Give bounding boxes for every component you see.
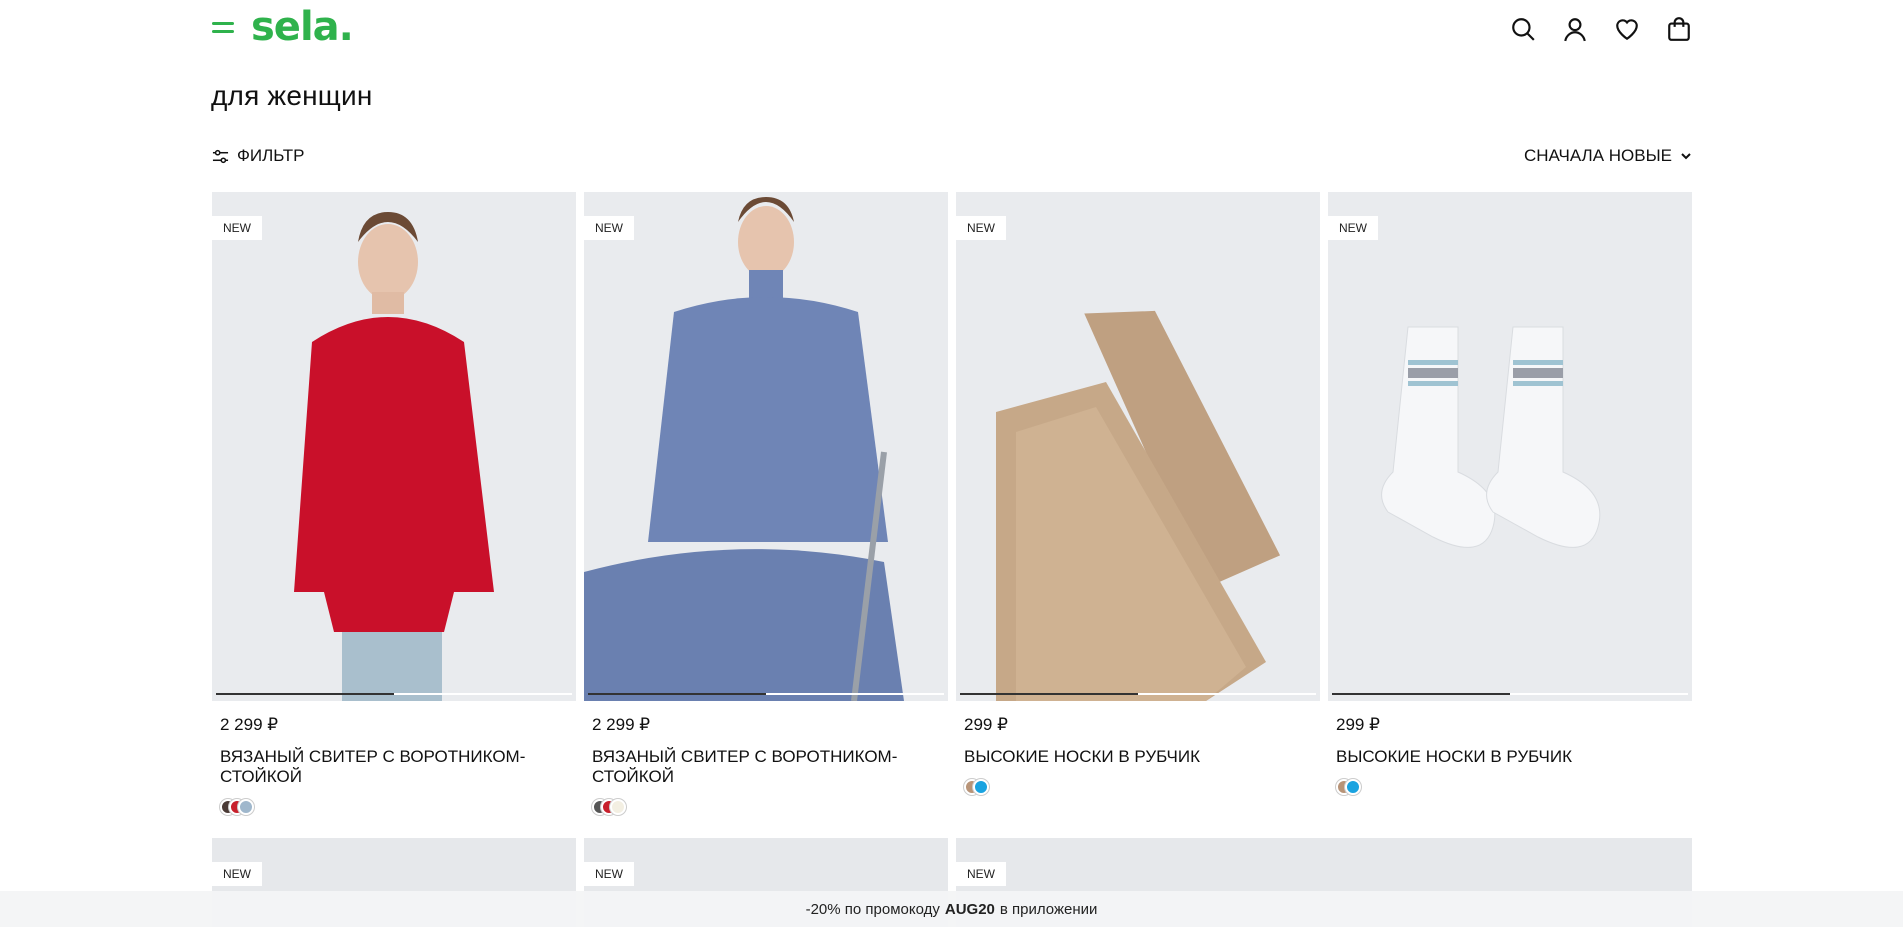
product-image[interactable]: NEW	[212, 192, 576, 701]
menu-icon[interactable]	[212, 22, 234, 36]
product-price: 2 299 ₽	[592, 715, 651, 734]
header-icons	[1510, 14, 1692, 44]
logo[interactable]: sela.	[251, 2, 354, 52]
new-badge: NEW	[212, 216, 262, 240]
image-progress	[1332, 693, 1688, 695]
product-card[interactable]: NEW 2 299 ₽ ВЯЗАНЫЙ СВИТЕР С ВОРОТНИКОМ-…	[212, 192, 576, 815]
product-price: 299 ₽	[964, 715, 1008, 734]
color-swatch[interactable]	[1345, 779, 1361, 795]
sweater-blue-image	[584, 192, 948, 701]
site-header: sela.	[0, 0, 1903, 60]
promo-code: AUG20	[944, 900, 995, 918]
filter-icon	[212, 149, 229, 163]
product-name[interactable]: ВЫСОКИЕ НОСКИ В РУБЧИК	[1336, 747, 1684, 767]
product-price: 299 ₽	[1336, 715, 1380, 734]
new-badge: NEW	[212, 862, 262, 886]
sort-label: СНАЧАЛА НОВЫЕ	[1523, 146, 1672, 165]
color-swatches	[964, 779, 1320, 795]
promo-bar[interactable]: -20% по промокоду AUG20 в приложении	[0, 891, 1903, 927]
product-card[interactable]: NEW 299 ₽ ВЫСОКИЕ НОСКИ В РУБЧИК	[956, 192, 1320, 795]
product-image[interactable]: NEW	[584, 192, 948, 701]
image-progress	[960, 693, 1316, 695]
bag-icon[interactable]	[1666, 14, 1692, 44]
product-name[interactable]: ВЯЗАНЫЙ СВИТЕР С ВОРОТНИКОМ-СТОЙКОЙ	[220, 747, 568, 787]
new-badge: NEW	[956, 862, 1006, 886]
new-badge: NEW	[956, 216, 1006, 240]
chevron-down-icon	[1681, 153, 1691, 160]
filter-label: ФИЛЬТР	[237, 146, 305, 165]
product-price: 2 299 ₽	[220, 715, 279, 734]
image-progress	[216, 693, 572, 695]
new-badge: NEW	[584, 862, 634, 886]
product-card[interactable]: NEW 299 ₽ ВЫСОКИЕ НОСКИ В РУБЧИК	[1328, 192, 1692, 795]
image-progress	[588, 693, 944, 695]
color-swatch[interactable]	[610, 799, 626, 815]
new-badge: NEW	[584, 216, 634, 240]
new-badge: NEW	[1328, 216, 1378, 240]
sweater-red-image	[212, 192, 576, 701]
user-icon[interactable]	[1562, 14, 1588, 44]
search-icon[interactable]	[1510, 14, 1536, 44]
heart-icon[interactable]	[1614, 14, 1640, 44]
white-socks-image	[1328, 192, 1692, 701]
color-swatches	[592, 799, 948, 815]
color-swatch[interactable]	[238, 799, 254, 815]
product-card[interactable]: NEW 2 299 ₽ ВЯЗАНЫЙ СВИТЕР С ВОРОТНИКОМ-…	[584, 192, 948, 815]
product-image[interactable]: NEW	[956, 192, 1320, 701]
color-swatches	[1336, 779, 1692, 795]
promo-suffix: в приложении	[999, 900, 1098, 918]
beige-socks-image	[956, 192, 1320, 701]
promo-text: -20% по промокоду	[805, 900, 940, 918]
color-swatches	[220, 799, 576, 815]
product-name[interactable]: ВЯЗАНЫЙ СВИТЕР С ВОРОТНИКОМ-СТОЙКОЙ	[592, 747, 940, 787]
color-swatch[interactable]	[973, 779, 989, 795]
product-name[interactable]: ВЫСОКИЕ НОСКИ В РУБЧИК	[964, 747, 1312, 767]
page-title: для женщин	[211, 80, 373, 111]
sort-dropdown[interactable]: СНАЧАЛА НОВЫЕ	[1524, 146, 1692, 166]
filter-button[interactable]: ФИЛЬТР	[212, 146, 304, 166]
product-image[interactable]: NEW	[1328, 192, 1692, 701]
